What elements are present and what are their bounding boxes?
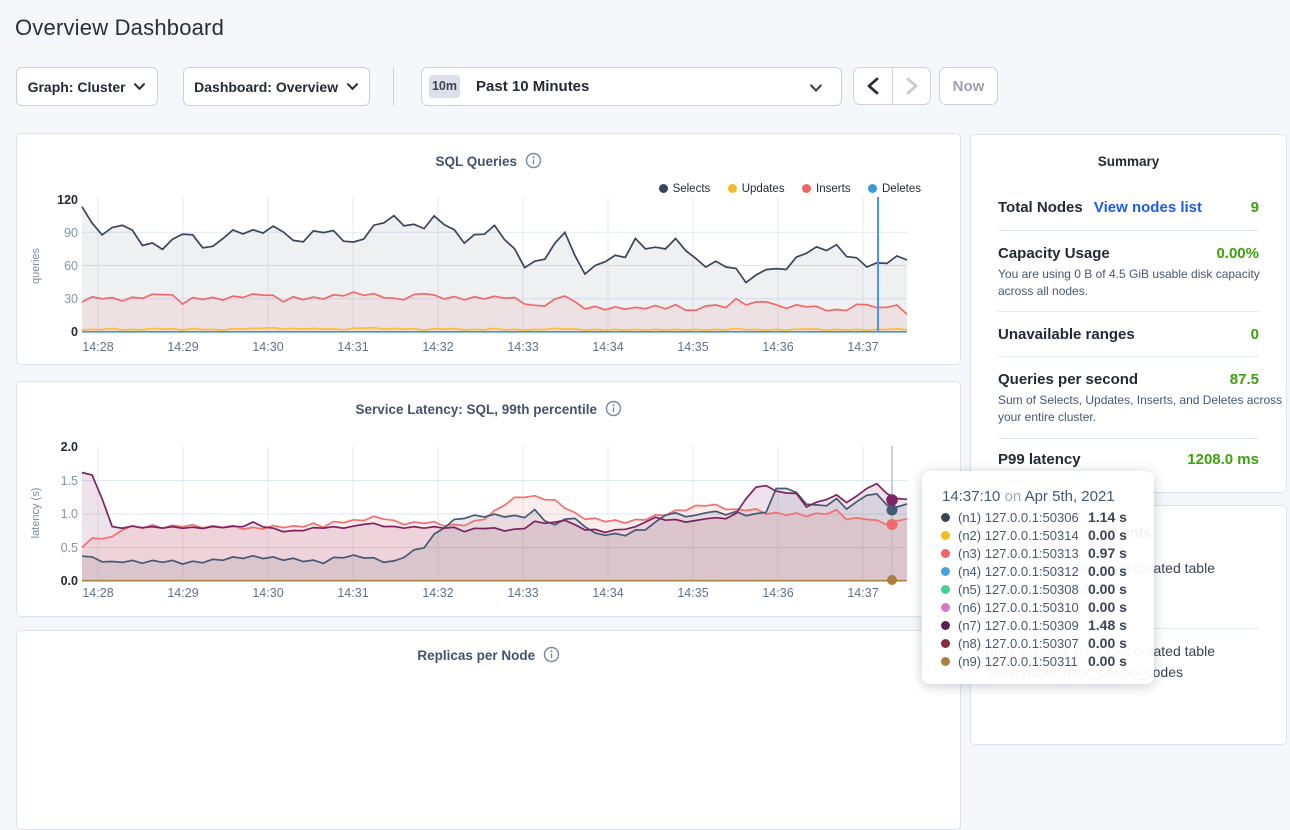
svg-text:14:32: 14:32 xyxy=(422,586,453,600)
svg-text:0.0: 0.0 xyxy=(61,574,78,588)
svg-text:queries: queries xyxy=(30,247,42,284)
svg-text:14:30: 14:30 xyxy=(252,340,283,354)
svg-text:14:33: 14:33 xyxy=(507,340,538,354)
svg-text:14:37: 14:37 xyxy=(847,586,878,600)
svg-text:latency (s): latency (s) xyxy=(30,488,42,539)
svg-text:120: 120 xyxy=(57,193,78,207)
svg-text:14:29: 14:29 xyxy=(167,340,198,354)
svg-text:14:34: 14:34 xyxy=(592,586,623,600)
svg-text:14:32: 14:32 xyxy=(422,340,453,354)
svg-text:14:36: 14:36 xyxy=(762,586,793,600)
svg-text:90: 90 xyxy=(64,226,78,240)
svg-text:14:31: 14:31 xyxy=(337,340,368,354)
svg-text:14:28: 14:28 xyxy=(82,340,113,354)
svg-text:30: 30 xyxy=(64,292,78,306)
svg-text:14:31: 14:31 xyxy=(337,586,368,600)
svg-text:14:35: 14:35 xyxy=(677,586,708,600)
svg-text:14:34: 14:34 xyxy=(592,340,623,354)
svg-text:14:29: 14:29 xyxy=(167,586,198,600)
svg-text:14:30: 14:30 xyxy=(252,586,283,600)
svg-text:14:36: 14:36 xyxy=(762,340,793,354)
svg-text:1.5: 1.5 xyxy=(61,474,78,488)
svg-text:2.0: 2.0 xyxy=(61,440,78,454)
svg-text:14:35: 14:35 xyxy=(677,340,708,354)
svg-text:1.0: 1.0 xyxy=(61,507,78,521)
svg-text:60: 60 xyxy=(64,259,78,273)
svg-text:0.5: 0.5 xyxy=(61,541,78,555)
svg-text:14:33: 14:33 xyxy=(507,586,538,600)
svg-text:14:28: 14:28 xyxy=(82,586,113,600)
svg-text:0: 0 xyxy=(71,325,78,339)
svg-text:14:37: 14:37 xyxy=(847,340,878,354)
